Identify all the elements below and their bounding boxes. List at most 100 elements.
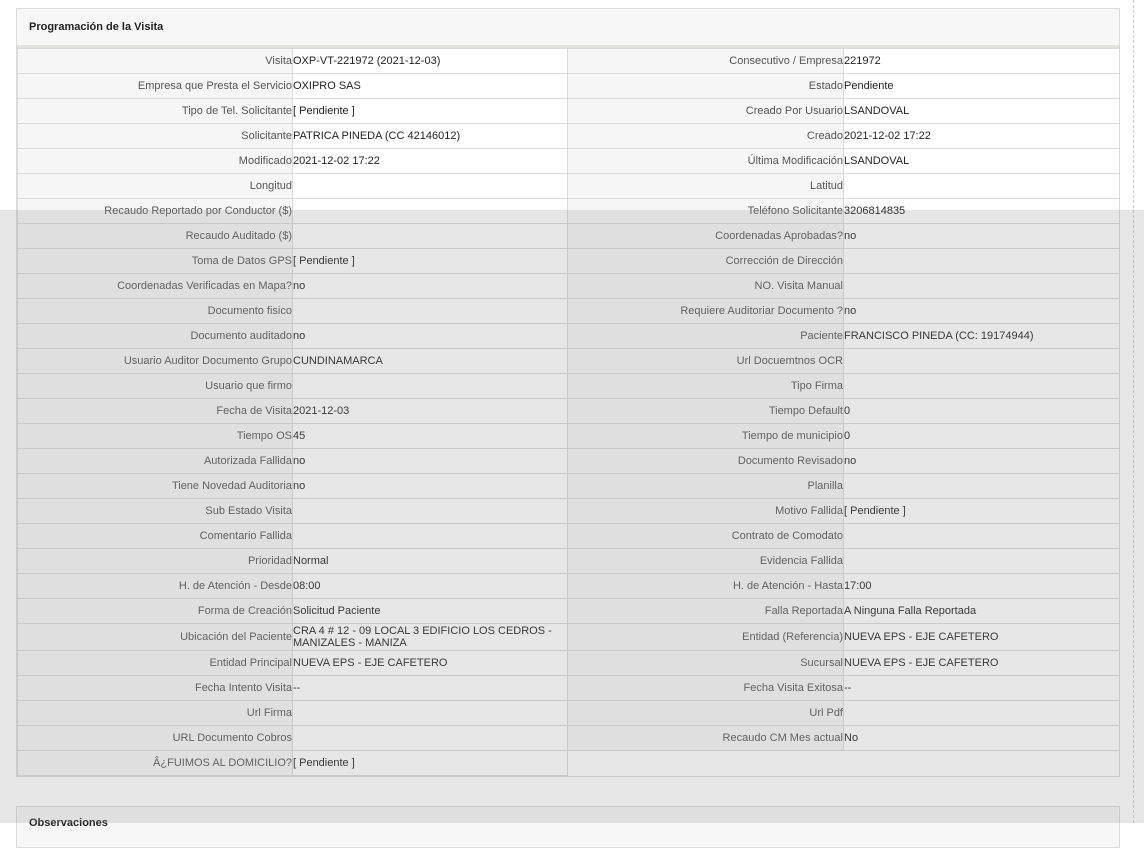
field-label: Url Pdf [567,700,844,726]
field-label: Consecutivo / Empresa [567,48,844,74]
field-value [292,700,568,726]
field-value: 45 [292,423,568,449]
field-value: no [292,448,568,474]
table-row: Tiempo OS 45 Tiempo de municipio 0 [17,423,1120,449]
table-row: Fecha Intento Visita -- Fecha Visita Exit… [17,675,1120,701]
field-value: 2021-12-02 17:22 [292,148,568,174]
field-label: Â¿FUIMOS AL DOMICILIO? [17,750,293,776]
field-value [843,473,1120,499]
table-row: Url Firma Url Pdf [17,700,1120,726]
field-label: Evidencia Fallida [567,548,844,574]
field-value [843,273,1120,299]
field-value [292,223,568,249]
table-row: Empresa que Presta el Servicio OXIPRO SAS… [17,73,1120,99]
field-label: Documento Revisado [567,448,844,474]
table-row: Recaudo Auditado ($) Coordenadas Aprobada… [17,223,1120,249]
field-label: H. de Atención - Hasta [567,573,844,599]
empty-cell [568,751,844,776]
table-row: Usuario Auditor Documento Grupo CUNDINAMA… [17,348,1120,374]
field-label: Tipo Firma [567,373,844,399]
field-label: Forma de Creación [17,598,293,624]
field-label: Estado [567,73,844,99]
field-value: 08:00 [292,573,568,599]
table-row: Longitud Latitud [17,173,1120,199]
field-label: Sub Estado Visita [17,498,293,524]
field-label: Toma de Datos GPS [17,248,293,274]
field-value [292,725,568,751]
field-label: Paciente [567,323,844,349]
field-label: Empresa que Presta el Servicio [17,73,293,99]
field-value: [ Pendiente ] [292,248,568,274]
field-value: no [843,448,1120,474]
field-value: Solicitud Paciente [292,598,568,624]
table-row: Toma de Datos GPS[ Pendiente ] Corrección… [17,248,1120,274]
field-label: Requiere Auditoriar Documento ? [567,298,844,324]
table-row: Modificado 2021-12-02 17:22 Última Modific… [17,148,1120,174]
field-label: Tiempo Default [567,398,844,424]
field-value: 0 [843,398,1120,424]
field-label: Fecha Visita Exitosa [567,675,844,701]
field-label: Entidad (Referencia) [567,623,844,651]
table-row: URL Documento Cobros Recaudo CM Mes actua… [17,725,1120,751]
table-row: Ubicación del Paciente CRA 4 # 12 - 09 LO… [17,623,1120,651]
table-row: Documento fisico Requiere Auditoriar Docu… [17,298,1120,324]
field-label: Documento fisico [17,298,293,324]
table-row: Autorizada Fallida no Documento Revisado … [17,448,1120,474]
field-value: NUEVA EPS - EJE CAFETERO [843,623,1120,651]
field-label: Comentario Fallida [17,523,293,549]
field-label: Fecha de Visita [17,398,293,424]
field-value: 3206814835 [843,198,1120,224]
field-label: Url Firma [17,700,293,726]
field-value [292,373,568,399]
field-label: Modificado [17,148,293,174]
field-value: 2021-12-02 17:22 [843,123,1120,149]
field-label: Documento auditado [17,323,293,349]
field-value: [ Pendiente ] [292,750,568,776]
field-value: NUEVA EPS - EJE CAFETERO [292,650,568,676]
field-label: Coordenadas Verificadas en Mapa? [17,273,293,299]
table-row: Tiene Novedad Auditoria no Planilla [17,473,1120,499]
field-label: Tiene Novedad Auditoria [17,473,293,499]
table-row: Forma de Creación Solicitud Paciente Falla… [17,598,1120,624]
field-label: Url Docuemtnos OCR [567,348,844,374]
field-value: no [292,473,568,499]
table-row: Â¿FUIMOS AL DOMICILIO?[ Pendiente ] [17,750,1120,776]
table-row: Documento auditado no Paciente FRANCISCO P… [17,323,1120,349]
field-value: CRA 4 # 12 - 09 LOCAL 3 EDIFICIO LOS CED… [292,623,568,651]
field-value: 17:00 [843,573,1120,599]
table-row: Recaudo Reportado por Conductor ($) Teléf… [17,198,1120,224]
field-label: Tiempo OS [17,423,293,449]
field-value: -- [843,675,1120,701]
field-value: No [843,725,1120,751]
field-label: Ubicación del Paciente [17,623,293,651]
field-value: [ Pendiente ] [843,498,1120,524]
field-value [843,523,1120,549]
field-label: Recaudo CM Mes actual [567,725,844,751]
field-label: Visita [17,48,293,74]
field-value: no [292,273,568,299]
field-label: Falla Reportada [567,598,844,624]
field-label: Teléfono Solicitante [567,198,844,224]
field-value [843,173,1120,199]
field-label: Recaudo Auditado ($) [17,223,293,249]
field-value: FRANCISCO PINEDA (CC: 19174944) [843,323,1120,349]
field-label: Tiempo de municipio [567,423,844,449]
field-value: CUNDINAMARCA [292,348,568,374]
table-row: Entidad Principal NUEVA EPS - EJE CAFETER… [17,650,1120,676]
field-label: Recaudo Reportado por Conductor ($) [17,198,293,224]
field-value: Normal [292,548,568,574]
table-row: Prioridad Normal Evidencia Fallida [17,548,1120,574]
panel-title: Programación de la Visita [17,9,1119,48]
field-label: Prioridad [17,548,293,574]
table-row: Coordenadas Verificadas en Mapa? no NO. V… [17,273,1120,299]
field-label: Usuario Auditor Documento Grupo [17,348,293,374]
field-label: Coordenadas Aprobadas? [567,223,844,249]
field-value: no [292,323,568,349]
field-value: [ Pendiente ] [292,98,568,124]
field-value: 221972 [843,48,1120,74]
field-value: OXIPRO SAS [292,73,568,99]
field-label: Autorizada Fallida [17,448,293,474]
field-label: Contrato de Comodato [567,523,844,549]
field-value [292,173,568,199]
field-value: 0 [843,423,1120,449]
